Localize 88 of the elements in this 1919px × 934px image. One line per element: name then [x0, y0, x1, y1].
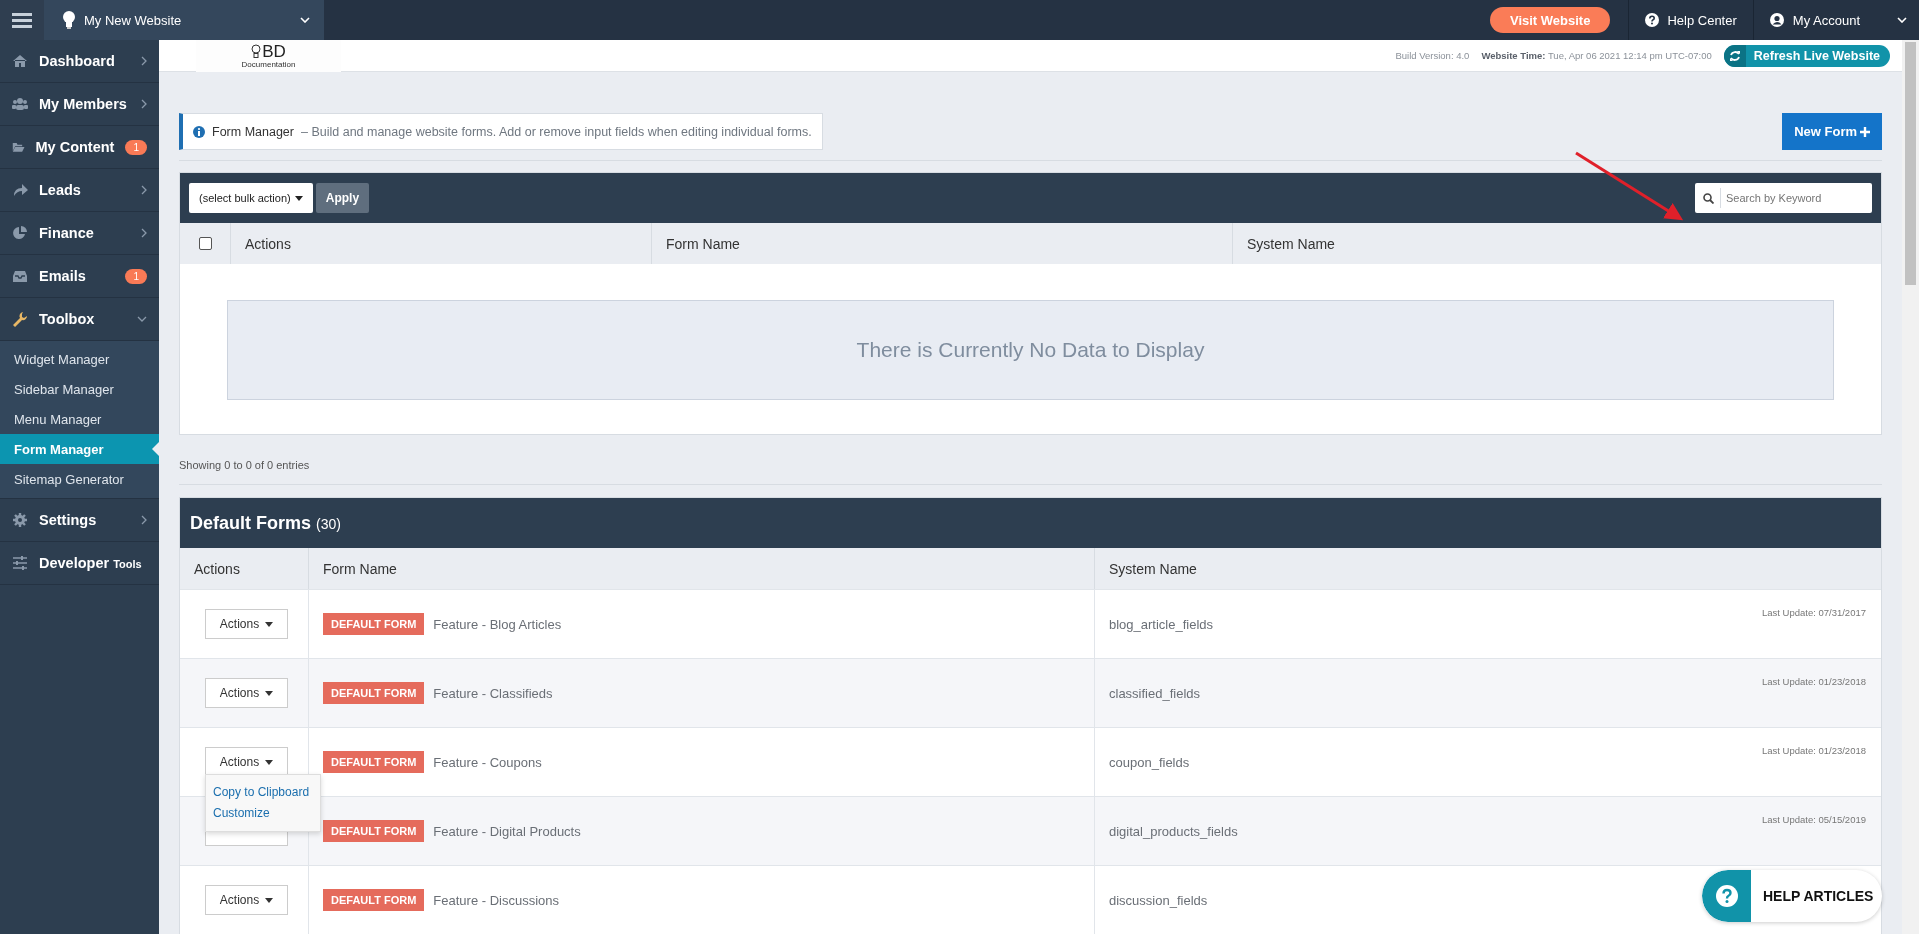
form-name: Feature - Blog Articles [433, 616, 562, 632]
users-icon [12, 96, 28, 112]
system-name: coupon_fields [1109, 754, 1190, 770]
menu-button[interactable] [0, 0, 44, 40]
last-update-date: Last Update: 01/23/2018 [1761, 745, 1866, 756]
build-version: Build Version: 4.0 [1395, 50, 1470, 61]
last-update-date: Last Update: 07/31/2017 [1761, 607, 1866, 618]
sidebar-item[interactable]: Emails 1 [0, 255, 159, 298]
new-form-button[interactable]: New Form [1782, 113, 1882, 150]
form-name: Feature - Coupons [433, 754, 542, 770]
system-name: classified_fields [1109, 685, 1201, 701]
system-name: discussion_fields [1109, 892, 1208, 908]
default-form-tag: DEFAULT FORM [323, 820, 425, 842]
column-header: Actions [245, 235, 291, 252]
gear-icon [12, 512, 28, 528]
form-name: Feature - Digital Products [433, 823, 581, 839]
column-header: Actions [194, 560, 240, 577]
chevron-down-icon [1897, 17, 1907, 23]
sidebar-item[interactable]: Finance [0, 212, 159, 255]
website-time: Website Time: Tue, Apr 06 2021 12:14 pm UTC-07:00 [1481, 50, 1712, 61]
menu-item[interactable]: Copy to Clipboard [213, 782, 313, 803]
form-name: Feature - Discussions [433, 892, 560, 908]
caret-down-icon [265, 759, 274, 765]
actions-dropdown[interactable]: Actions [205, 885, 288, 915]
sidebar-item[interactable]: Developer Tools [0, 542, 159, 585]
menu-item[interactable]: Customize [213, 803, 313, 824]
refresh-icon [1728, 49, 1741, 62]
pie-chart-icon [12, 225, 28, 241]
default-form-tag: DEFAULT FORM [323, 682, 425, 704]
question-icon [1715, 885, 1738, 907]
count-badge: 1 [125, 268, 147, 284]
default-form-tag: DEFAULT FORM [323, 751, 425, 773]
sidebar-item[interactable]: My Members [0, 83, 159, 126]
count-badge: 1 [125, 139, 147, 155]
system-name: digital_products_fields [1109, 823, 1238, 839]
last-update-date: Last Update: 05/15/2019 [1761, 814, 1866, 825]
sliders-icon [12, 555, 28, 571]
home-icon [12, 53, 28, 69]
info-title: Form Manager [212, 124, 294, 139]
actions-dropdown[interactable]: Actions [205, 678, 288, 708]
scrollbar[interactable] [1902, 40, 1919, 934]
site-selector[interactable]: My New Website [44, 0, 324, 40]
apply-button[interactable]: Apply [315, 183, 370, 213]
submenu-item[interactable]: Sitemap Generator [0, 464, 159, 494]
caret-down-icon [265, 621, 274, 627]
submenu-item[interactable]: Form Manager [0, 434, 159, 464]
info-description: – Build and manage website forms. Add or remove input fields when editing individual forms. [301, 124, 812, 139]
menu-icon [12, 12, 32, 28]
site-name: My New Website [84, 12, 183, 28]
submenu-item[interactable]: Widget Manager [0, 344, 159, 374]
column-header: System Name [1109, 560, 1197, 577]
column-header: Form Name [666, 235, 740, 252]
caret-down-icon [265, 690, 274, 696]
info-icon [193, 125, 205, 138]
bulk-action-dropdown[interactable]: (select bulk action) [189, 183, 313, 213]
entries-summary: Showing 0 to 0 of 0 entries [179, 458, 311, 471]
submenu-item[interactable]: Sidebar Manager [0, 374, 159, 404]
chevron-down-icon [300, 17, 310, 23]
sidebar-item[interactable]: Leads [0, 169, 159, 212]
lightbulb-icon [251, 43, 262, 60]
sidebar-item[interactable]: Settings [0, 499, 159, 542]
column-header: System Name [1247, 235, 1335, 252]
column-header: Form Name [323, 560, 397, 577]
refresh-live-website-button[interactable]: Refresh Live Website [1723, 44, 1890, 67]
submenu-item[interactable]: Menu Manager [0, 404, 159, 434]
plus-icon [1860, 126, 1870, 137]
default-form-tag: DEFAULT FORM [323, 613, 425, 635]
wrench-icon [12, 311, 28, 327]
caret-down-icon [265, 897, 274, 903]
lightbulb-icon [62, 10, 76, 30]
empty-state-message: There is Currently No Data to Display [227, 300, 1834, 400]
last-update-date: Last Update: 01/23/2018 [1761, 676, 1866, 687]
caret-down-icon [294, 195, 303, 201]
actions-dropdown[interactable]: Actions [205, 747, 288, 777]
user-icon [1769, 13, 1784, 27]
select-all-checkbox[interactable] [198, 237, 212, 250]
panel-title: Default Forms (30) [190, 512, 341, 534]
inbox-icon [12, 268, 28, 284]
system-name: blog_article_fields [1109, 616, 1214, 632]
help-articles-button[interactable]: HELP ARTICLES [1702, 870, 1882, 922]
search-field[interactable]: Search by Keyword [1695, 183, 1872, 213]
actions-dropdown[interactable]: Actions [205, 609, 288, 639]
share-arrow-icon [12, 182, 28, 198]
form-name: Feature - Classifieds [433, 685, 553, 701]
sidebar-item[interactable]: My Content 1 [0, 126, 159, 169]
search-icon [1703, 192, 1714, 204]
default-form-tag: DEFAULT FORM [323, 889, 425, 911]
question-icon [1645, 13, 1660, 27]
